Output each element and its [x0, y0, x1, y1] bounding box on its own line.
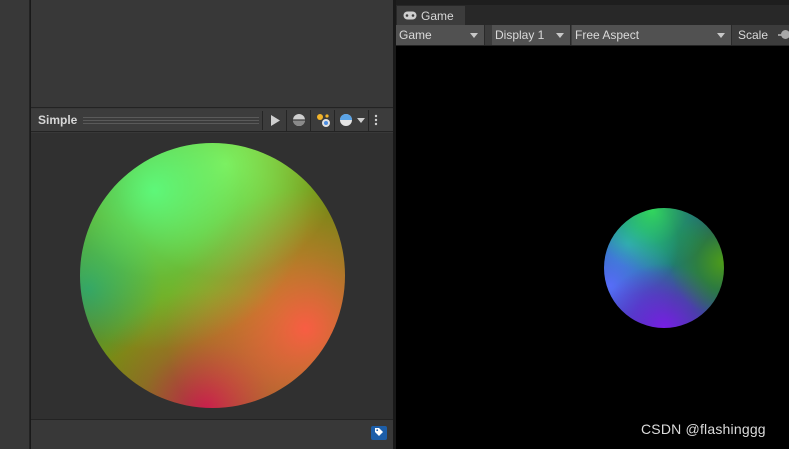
chevron-down-icon	[356, 117, 365, 123]
game-tab-bar: Game	[396, 0, 789, 25]
aspect-select-value: Free Aspect	[575, 28, 640, 42]
inspector-footer	[31, 419, 393, 449]
sphere-mesh-icon	[292, 113, 306, 127]
preview-sphere	[80, 143, 345, 408]
chevron-down-icon	[470, 33, 478, 38]
tab-game[interactable]: Game	[397, 6, 465, 25]
preview-lighting-button[interactable]	[311, 109, 335, 131]
left-side-strip	[0, 0, 30, 449]
gamepad-icon	[403, 9, 417, 23]
material-ball-icon	[339, 113, 353, 127]
inspector-empty-area	[31, 0, 393, 108]
display-select-value: Display 1	[495, 28, 545, 42]
kebab-menu-icon	[374, 114, 378, 126]
game-toolbar: Game Display 1 Free Aspect Scale	[396, 25, 789, 46]
game-panel: Game Game Display 1 Free Aspect Scale CS…	[396, 0, 789, 449]
preview-material-dropdown[interactable]	[335, 109, 369, 131]
game-view-select[interactable]: Game	[396, 25, 485, 45]
game-viewport[interactable]: CSDN @flashinggg	[396, 46, 789, 449]
preview-mesh-button[interactable]	[287, 109, 311, 131]
display-select[interactable]: Display 1	[492, 25, 571, 45]
lighting-icon	[315, 112, 331, 128]
play-preview-button[interactable]	[263, 109, 287, 131]
game-view-select-value: Game	[399, 28, 432, 42]
preview-resize-handle[interactable]	[83, 116, 259, 124]
chevron-down-icon	[717, 33, 725, 38]
preview-options-button[interactable]	[369, 110, 383, 131]
tab-bar-strip	[396, 0, 789, 5]
aspect-select[interactable]: Free Aspect	[572, 25, 732, 45]
game-sphere	[604, 208, 724, 328]
scale-slider-thumb[interactable]	[781, 30, 789, 39]
material-preview-area[interactable]	[31, 133, 393, 419]
play-icon	[270, 114, 280, 126]
asset-label-button[interactable]	[371, 426, 387, 440]
tag-icon	[374, 426, 384, 440]
watermark-text: CSDN @flashinggg	[641, 421, 766, 437]
preview-title: Simple	[38, 113, 78, 127]
chevron-down-icon	[556, 33, 564, 38]
scale-label: Scale	[738, 28, 769, 42]
inspector-panel: Simple	[31, 0, 393, 449]
preview-header: Simple	[31, 109, 393, 132]
tab-game-label: Game	[421, 8, 454, 23]
